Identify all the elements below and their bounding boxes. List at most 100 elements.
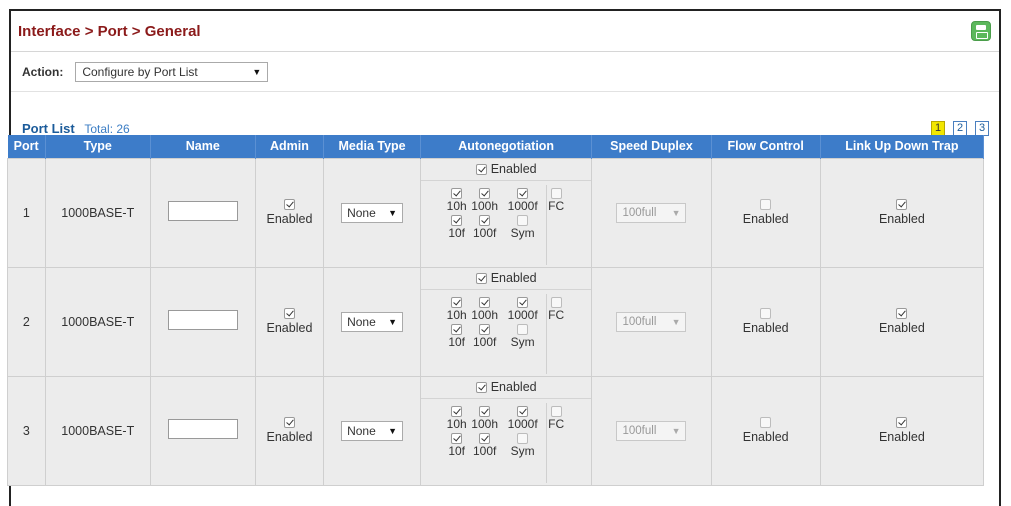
page-1-link[interactable]: 1 [931, 121, 945, 136]
admin-label: Enabled [266, 430, 313, 444]
autoneg-enabled-checkbox[interactable] [475, 381, 487, 393]
pagination: 1 2 3 [931, 121, 989, 136]
dropdown-arrow-icon: ▼ [388, 316, 398, 327]
flow-control-checkbox[interactable] [760, 417, 772, 428]
col-header-autonegotiation: Autonegotiation [420, 135, 593, 158]
speed-duplex-select[interactable]: 100full ▼ [616, 202, 687, 223]
port-list-label: Port List [22, 121, 75, 136]
col-header-flow-control: Flow Control [711, 135, 821, 158]
autoneg-10h-checkbox[interactable] [451, 405, 463, 417]
autoneg-10h-checkbox[interactable] [451, 296, 463, 308]
autoneg-cell: Enabled 10h 10f 100h 100f 1000f Sym FC [419, 157, 593, 268]
autoneg-10f-checkbox[interactable] [451, 214, 463, 226]
flow-control-label: Enabled [742, 321, 789, 335]
link-trap-checkbox[interactable] [896, 199, 908, 210]
page-3-link[interactable]: 3 [975, 121, 989, 136]
autoneg-fc-checkbox[interactable] [550, 187, 562, 199]
dropdown-arrow-icon: ▼ [671, 207, 681, 218]
link-trap-checkbox[interactable] [896, 417, 908, 428]
autoneg-1000f-label: 1000f [507, 416, 538, 431]
admin-checkbox[interactable] [283, 199, 295, 210]
media-type-select[interactable]: None ▼ [341, 311, 404, 332]
flow-control-label: Enabled [742, 430, 789, 444]
admin-checkbox[interactable] [283, 417, 295, 428]
action-select[interactable]: Configure by Port List ▼ [75, 61, 269, 82]
autoneg-1000f-checkbox[interactable] [517, 405, 529, 417]
autoneg-10f-checkbox[interactable] [451, 323, 463, 335]
dropdown-arrow-icon: ▼ [388, 207, 398, 218]
table-row: 3 1000BASE-T Enabled None ▼ Enabled 10h 10… [7, 375, 985, 486]
col-header-link-up-down-trap: Link Up Down Trap [820, 135, 985, 158]
port-list-title: Port List Total: 26 [22, 121, 130, 136]
autoneg-10h-checkbox[interactable] [451, 187, 463, 199]
autoneg-enabled-label: Enabled [490, 271, 537, 285]
media-type-value: None [347, 205, 376, 220]
autoneg-100f-label: 100f [472, 334, 497, 349]
autoneg-100f-checkbox[interactable] [479, 432, 491, 444]
autoneg-fc-checkbox[interactable] [550, 296, 562, 308]
link-trap-label: Enabled [878, 212, 925, 226]
action-selected-value: Configure by Port List [82, 64, 198, 79]
autoneg-10h-label: 10h [446, 198, 467, 213]
autoneg-100h-checkbox[interactable] [479, 296, 491, 308]
media-cell: None ▼ [323, 157, 421, 268]
autoneg-sym-checkbox[interactable] [517, 214, 529, 226]
admin-label: Enabled [266, 321, 313, 335]
admin-label: Enabled [266, 212, 313, 226]
media-type-select[interactable]: None ▼ [341, 202, 404, 223]
action-row: Action: Configure by Port List ▼ [11, 52, 999, 92]
link-trap-label: Enabled [878, 321, 925, 335]
autoneg-100h-label: 100h [471, 307, 498, 322]
media-cell: None ▼ [323, 375, 421, 486]
speed-duplex-select[interactable]: 100full ▼ [616, 420, 687, 441]
speed-duplex-select[interactable]: 100full ▼ [616, 311, 687, 332]
flow-control-checkbox[interactable] [760, 199, 772, 210]
type-cell: 1000BASE-T [44, 266, 151, 377]
link-trap-label: Enabled [878, 430, 925, 444]
autoneg-enabled-checkbox[interactable] [475, 163, 487, 175]
autoneg-sym-label: Sym [510, 334, 535, 349]
dropdown-arrow-icon: ▼ [252, 66, 262, 77]
name-cell [149, 266, 256, 377]
autoneg-10f-label: 10f [448, 225, 465, 240]
autoneg-1000f-checkbox[interactable] [517, 296, 529, 308]
flow-cell: Enabled [710, 375, 821, 486]
name-input[interactable] [167, 310, 238, 330]
name-cell [149, 157, 256, 268]
autoneg-sym-label: Sym [510, 443, 535, 458]
autoneg-100h-label: 100h [471, 416, 498, 431]
link-trap-checkbox[interactable] [896, 308, 908, 319]
autoneg-100h-checkbox[interactable] [479, 405, 491, 417]
autoneg-fc-label: FC [548, 416, 565, 431]
autoneg-enabled-label: Enabled [490, 380, 537, 394]
autoneg-100h-label: 100h [471, 198, 498, 213]
speed-cell: 100full ▼ [591, 266, 712, 377]
flow-control-checkbox[interactable] [760, 308, 772, 319]
autoneg-10f-label: 10f [448, 443, 465, 458]
admin-cell: Enabled [254, 375, 325, 486]
autoneg-100h-checkbox[interactable] [479, 187, 491, 199]
dropdown-arrow-icon: ▼ [671, 425, 681, 436]
trap-cell: Enabled [819, 375, 985, 486]
dropdown-arrow-icon: ▼ [671, 316, 681, 327]
autoneg-1000f-checkbox[interactable] [517, 187, 529, 199]
type-cell: 1000BASE-T [44, 375, 151, 486]
name-input[interactable] [167, 201, 238, 221]
autoneg-100f-checkbox[interactable] [479, 323, 491, 335]
autoneg-fc-checkbox[interactable] [550, 405, 562, 417]
admin-checkbox[interactable] [283, 308, 295, 319]
autoneg-10f-checkbox[interactable] [451, 432, 463, 444]
autoneg-100f-checkbox[interactable] [479, 214, 491, 226]
table-row: 1 1000BASE-T Enabled None ▼ Enabled 10h 10… [7, 157, 985, 268]
autoneg-sym-checkbox[interactable] [517, 432, 529, 444]
page-2-link[interactable]: 2 [953, 121, 967, 136]
media-type-select[interactable]: None ▼ [341, 420, 404, 441]
flow-cell: Enabled [710, 157, 821, 268]
name-input[interactable] [167, 419, 238, 439]
save-icon[interactable] [971, 21, 991, 41]
autoneg-100f-label: 100f [472, 225, 497, 240]
col-header-speed-duplex: Speed Duplex [591, 135, 712, 158]
table-header-row: Port Type Name Admin Media Type Autonego… [7, 135, 985, 158]
autoneg-sym-checkbox[interactable] [517, 323, 529, 335]
autoneg-enabled-checkbox[interactable] [475, 272, 487, 284]
